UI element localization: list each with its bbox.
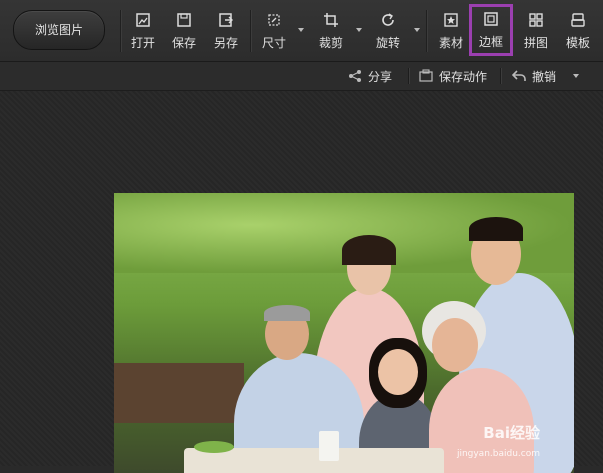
star-sticker-icon xyxy=(444,13,458,27)
grandmother-head xyxy=(432,318,478,372)
open-image-icon xyxy=(136,13,150,27)
bench xyxy=(114,363,244,423)
undo-arrow-icon xyxy=(512,70,526,81)
rotate-label: 旋转 xyxy=(375,36,400,50)
subbar-separator xyxy=(408,68,410,84)
save-action-button[interactable]: 保存动作 xyxy=(419,62,487,90)
subbar-separator xyxy=(500,68,502,84)
share-icon xyxy=(349,70,361,82)
frame-icon xyxy=(484,12,498,26)
save-label: 保存 xyxy=(171,36,196,50)
undo-label: 撤销 xyxy=(532,69,557,84)
open-label: 打开 xyxy=(130,36,155,50)
watermark-text: Bai经验 xyxy=(483,424,540,442)
toolbar-separator xyxy=(250,10,252,52)
size-button[interactable]: 尺寸 xyxy=(255,8,293,54)
collage-button[interactable]: 拼图 xyxy=(517,8,555,54)
grid-icon xyxy=(529,13,543,27)
share-label: 分享 xyxy=(368,69,393,84)
browse-images-button[interactable]: 浏览图片 xyxy=(13,10,105,50)
material-button[interactable]: 素材 xyxy=(432,8,470,54)
crop-label: 裁剪 xyxy=(318,36,343,50)
save-as-button[interactable]: 另存 xyxy=(207,8,245,54)
family-photo[interactable]: Bai经验 jingyan.baidu.com xyxy=(114,193,574,473)
woman-hair xyxy=(342,235,396,265)
open-button[interactable]: 打开 xyxy=(124,8,162,54)
crop-button[interactable]: 裁剪 xyxy=(312,8,350,54)
crop-dropdown-chevron-icon[interactable] xyxy=(356,28,362,32)
rotate-button[interactable]: 旋转 xyxy=(369,8,407,54)
material-label: 素材 xyxy=(438,36,463,50)
collage-label: 拼图 xyxy=(523,36,548,50)
rotate-dropdown-chevron-icon[interactable] xyxy=(414,28,420,32)
main-toolbar: 浏览图片 打开 保存 另存 尺寸 裁剪 旋转 素材 边框 拼图 模板 xyxy=(0,0,603,62)
toolbar-separator xyxy=(120,10,122,52)
size-dropdown-chevron-icon[interactable] xyxy=(298,28,304,32)
crop-icon xyxy=(324,13,338,27)
undo-button[interactable]: 撤销 xyxy=(512,62,556,90)
resize-icon xyxy=(268,14,280,26)
share-button[interactable]: 分享 xyxy=(348,62,392,90)
salad-bowl xyxy=(194,441,234,453)
template-icon xyxy=(571,13,585,27)
undo-dropdown-chevron-icon[interactable] xyxy=(573,74,579,78)
girl-face xyxy=(378,349,418,395)
save-action-label: 保存动作 xyxy=(439,69,488,84)
save-as-label: 另存 xyxy=(213,36,238,50)
watermark-url: jingyan.baidu.com xyxy=(456,449,540,459)
save-icon xyxy=(177,13,191,27)
size-label: 尺寸 xyxy=(261,36,286,50)
template-button[interactable]: 模板 xyxy=(559,8,597,54)
border-label: 边框 xyxy=(478,35,503,49)
grandfather-hair xyxy=(264,305,310,321)
editor-canvas: Bai经验 jingyan.baidu.com xyxy=(0,91,603,473)
secondary-toolbar: 分享 保存动作 撤销 xyxy=(0,62,603,91)
toolbar-separator xyxy=(426,10,428,52)
save-button[interactable]: 保存 xyxy=(165,8,203,54)
border-button[interactable]: 边框 xyxy=(469,4,513,56)
glass xyxy=(319,431,339,461)
man-hair xyxy=(469,217,523,241)
rotate-icon xyxy=(382,13,394,26)
save-action-icon xyxy=(419,69,433,82)
template-label: 模板 xyxy=(565,36,590,50)
save-as-icon xyxy=(219,13,233,27)
